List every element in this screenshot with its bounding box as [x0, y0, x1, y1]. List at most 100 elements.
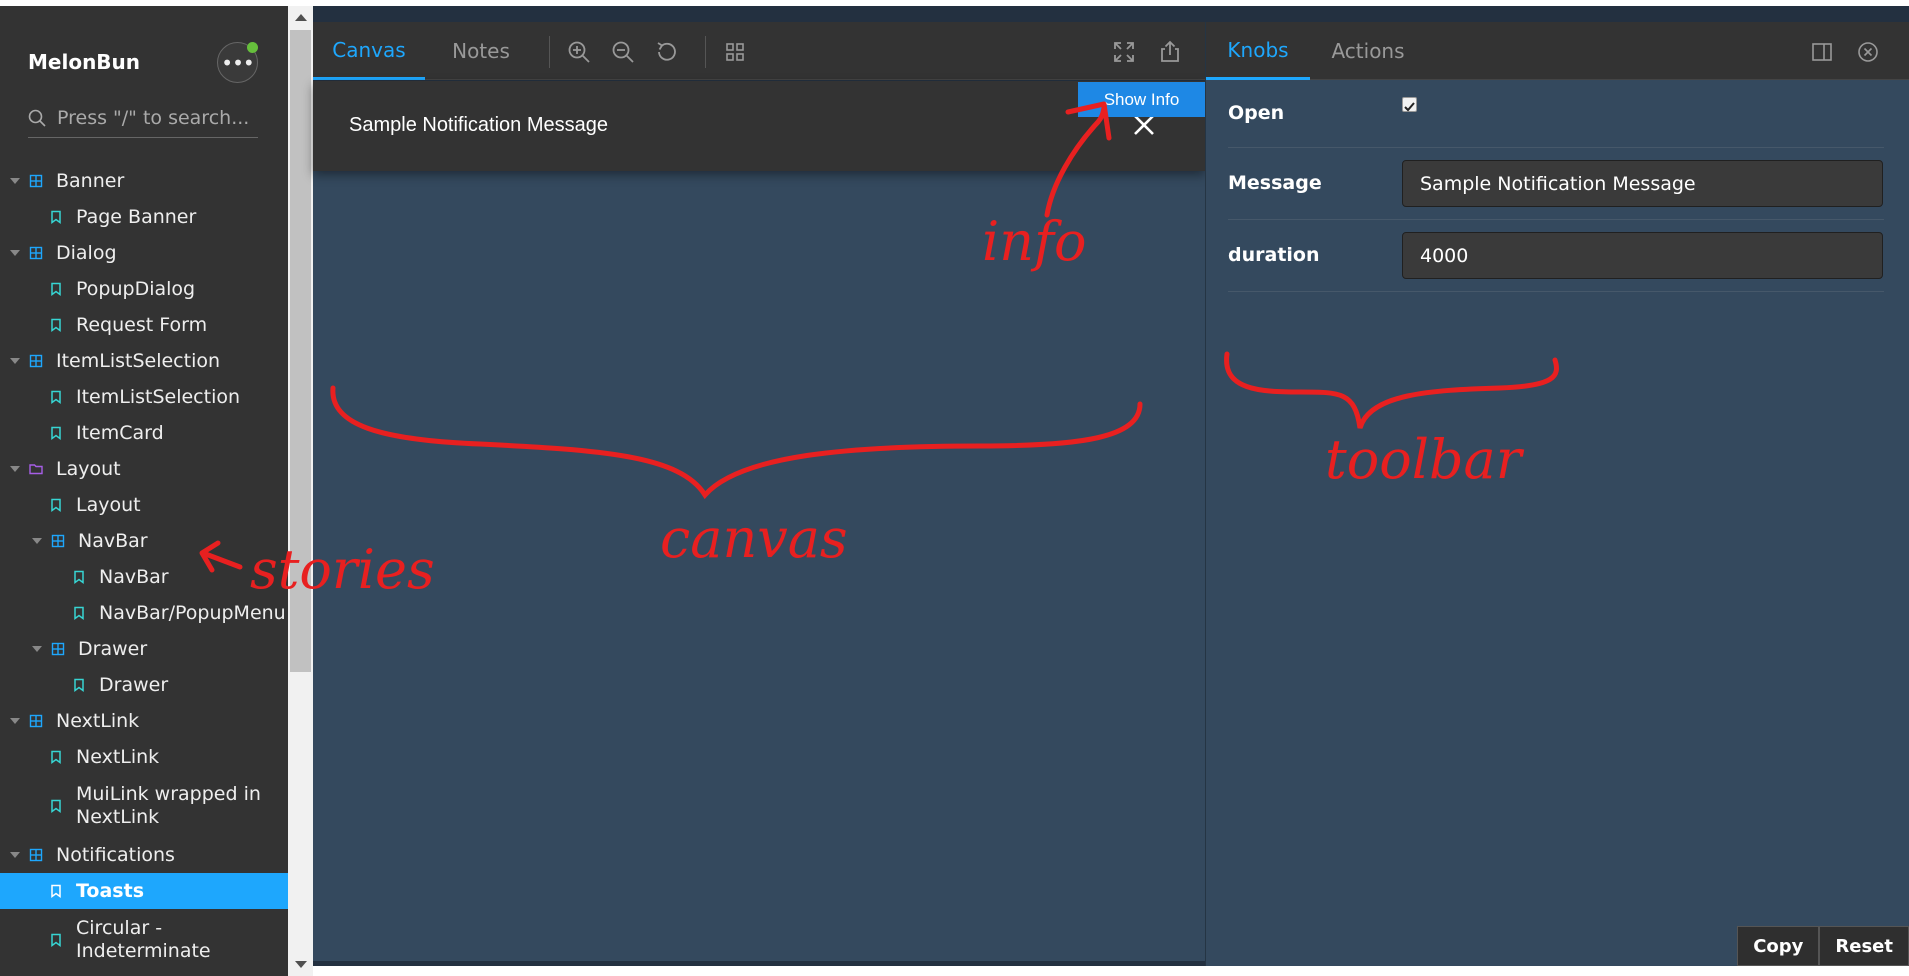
bookmark-icon [51, 390, 61, 404]
knob-row-open: Open [1228, 80, 1884, 148]
story-item[interactable]: MuiLink wrapped in NextLink [0, 775, 288, 837]
bookmark-icon [51, 884, 61, 898]
bookmark-icon [74, 606, 84, 620]
knob-label: duration [1228, 244, 1320, 266]
component-group[interactable]: Notifications [0, 837, 288, 873]
story-item[interactable]: NavBar/PopupMenu [0, 595, 288, 631]
caret-down-icon [32, 538, 42, 544]
tree-item-label: NextLink [56, 710, 140, 732]
tree-item-label: Drawer [99, 674, 169, 696]
folder-icon [29, 464, 43, 475]
panel-actions: Copy Reset [1737, 926, 1909, 966]
scroll-down-arrow-icon[interactable] [295, 961, 307, 968]
more-icon: ••• [221, 50, 254, 75]
component-icon [29, 246, 43, 260]
tab-canvas[interactable]: Canvas [313, 22, 425, 80]
story-item[interactable]: NextLink [0, 739, 288, 775]
search-input[interactable] [57, 104, 257, 132]
caret-down-icon [10, 852, 20, 858]
share-icon[interactable] [1158, 40, 1182, 64]
tab-knobs[interactable]: Knobs [1206, 22, 1310, 80]
component-group[interactable]: Layout [0, 451, 288, 487]
sidebar: MelonBun ••• Banner Page Banner Dialog Popu… [0, 6, 288, 976]
caret-down-icon [10, 718, 20, 724]
preview-area: Canvas Notes Sample Notification Message… [313, 6, 1909, 966]
addons-tabbar: Knobs Actions [1206, 22, 1909, 80]
brand-title[interactable]: MelonBun [28, 50, 140, 74]
component-icon [29, 848, 43, 862]
canvas: Sample Notification Message [313, 81, 1205, 961]
panel-orientation-icon[interactable] [1810, 40, 1834, 64]
sidebar-menu-button[interactable]: ••• [217, 42, 258, 83]
bookmark-icon [51, 750, 61, 764]
component-group[interactable]: Banner [0, 163, 288, 199]
tree-item-label: ItemListSelection [56, 350, 221, 372]
check-icon [1404, 102, 1415, 112]
story-item[interactable]: Layout [0, 487, 288, 523]
story-item[interactable]: ItemCard [0, 415, 288, 451]
open-checkbox[interactable] [1402, 97, 1417, 112]
toast-notification: Sample Notification Message [313, 81, 1205, 171]
tree-item-label: Banner [56, 170, 125, 192]
knob-label: Open [1228, 102, 1285, 124]
bookmark-icon [51, 799, 61, 813]
tree-item-label: Notifications [56, 844, 175, 866]
copy-button[interactable]: Copy [1737, 926, 1820, 966]
caret-down-icon [10, 250, 20, 256]
tree-item-label: Page Banner [76, 206, 197, 228]
tree-item-label: ItemListSelection [76, 386, 241, 408]
knob-label: Message [1228, 172, 1322, 194]
fullscreen-icon[interactable] [1112, 40, 1136, 64]
toolbar-divider [549, 36, 550, 68]
tab-actions[interactable]: Actions [1310, 22, 1426, 80]
component-group[interactable]: NextLink [0, 703, 288, 739]
search-box [28, 100, 258, 138]
bookmark-icon [74, 678, 84, 692]
story-item[interactable]: Request Form [0, 307, 288, 343]
component-group[interactable]: NavBar [0, 523, 288, 559]
sidebar-scrollbar[interactable] [288, 6, 313, 976]
zoom-in-icon[interactable] [567, 40, 591, 64]
toolbar-divider [705, 36, 706, 68]
story-item[interactable]: ItemListSelection [0, 379, 288, 415]
caret-down-icon [10, 178, 20, 184]
tree-item-label: NavBar [99, 566, 169, 588]
message-field[interactable] [1402, 160, 1883, 207]
component-icon [29, 174, 43, 188]
addons-panel: Knobs Actions Open Message Sample Notifi… [1205, 22, 1909, 966]
story-item[interactable]: Page Banner [0, 199, 288, 235]
bookmark-icon [74, 570, 84, 584]
close-panel-icon[interactable] [1856, 40, 1880, 64]
zoom-reset-icon[interactable] [655, 40, 679, 64]
tree-item-label: ItemCard [76, 422, 164, 444]
knob-row-message: Message [1228, 148, 1884, 220]
caret-down-icon [32, 646, 42, 652]
grid-icon[interactable] [723, 40, 747, 64]
tree-item-label: MuiLink wrapped in NextLink [76, 783, 261, 828]
duration-field[interactable] [1402, 232, 1883, 279]
tree-item-label: PopupDialog [76, 278, 196, 300]
bookmark-icon [51, 426, 61, 440]
story-item[interactable]: Toasts [0, 873, 288, 909]
story-item[interactable]: PopupDialog [0, 271, 288, 307]
caret-down-icon [10, 358, 20, 364]
story-tree: Banner Page Banner Dialog PopupDialog Reques… [0, 163, 288, 971]
status-dot [247, 42, 258, 53]
reset-button[interactable]: Reset [1819, 926, 1909, 966]
scroll-up-arrow-icon[interactable] [295, 14, 307, 21]
tree-item-label: Request Form [76, 314, 208, 336]
component-icon [29, 354, 43, 368]
story-item[interactable]: Circular - Indeterminate [0, 909, 288, 971]
bookmark-icon [51, 210, 61, 224]
component-group[interactable]: Drawer [0, 631, 288, 667]
zoom-out-icon[interactable] [611, 40, 635, 64]
component-group[interactable]: ItemListSelection [0, 343, 288, 379]
scroll-thumb[interactable] [290, 30, 311, 672]
component-group[interactable]: Dialog [0, 235, 288, 271]
toast-message: Sample Notification Message [349, 114, 609, 136]
story-item[interactable]: NavBar [0, 559, 288, 595]
tab-notes[interactable]: Notes [425, 22, 537, 80]
story-item[interactable]: Drawer [0, 667, 288, 703]
show-info-button[interactable]: Show Info [1078, 82, 1205, 117]
caret-down-icon [10, 466, 20, 472]
